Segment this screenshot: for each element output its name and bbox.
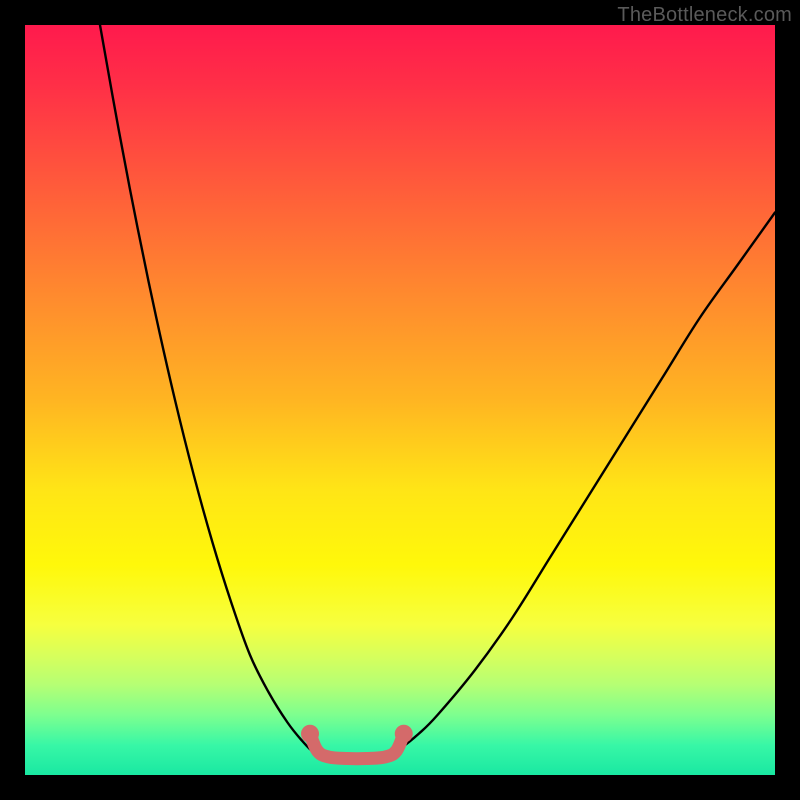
highlight-endpoint-right [395,725,413,743]
plot-area [25,25,775,775]
highlight-band [310,734,404,759]
right-curve [389,213,775,755]
chart-frame: TheBottleneck.com [0,0,800,800]
highlight-endpoint-left [301,725,319,743]
curves-layer [25,25,775,775]
watermark-label: TheBottleneck.com [617,4,792,27]
left-curve [100,25,321,755]
